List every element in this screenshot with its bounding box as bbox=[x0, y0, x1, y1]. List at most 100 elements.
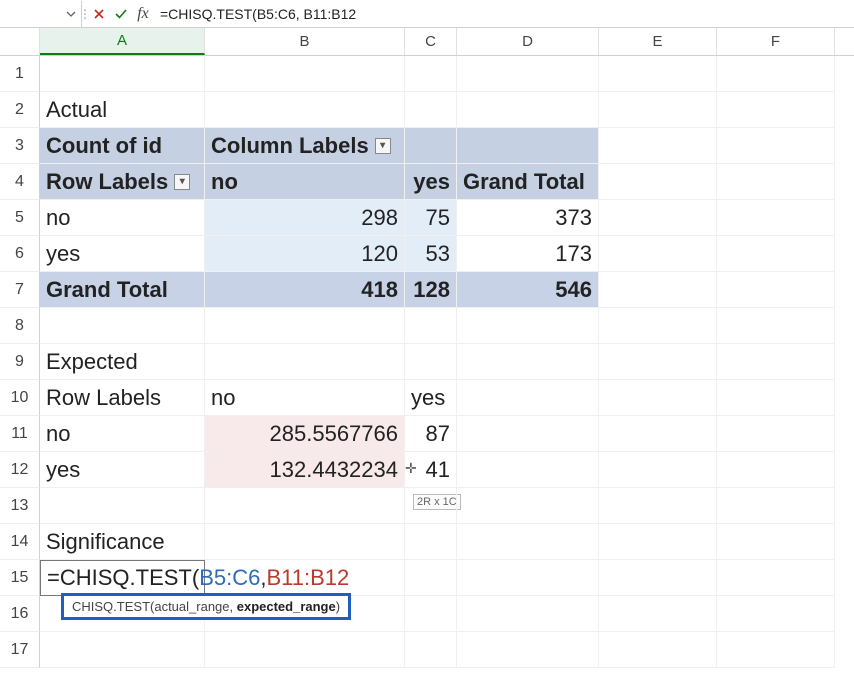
cell[interactable] bbox=[457, 632, 599, 668]
cell[interactable] bbox=[457, 560, 599, 596]
name-box[interactable] bbox=[0, 1, 82, 27]
row-header[interactable]: 6 bbox=[0, 236, 40, 272]
cell[interactable] bbox=[405, 56, 457, 92]
accept-button[interactable] bbox=[110, 1, 132, 27]
row-header[interactable]: 10 bbox=[0, 380, 40, 416]
cell[interactable] bbox=[205, 488, 405, 524]
cell[interactable] bbox=[717, 56, 835, 92]
pivot-grand-total-col[interactable]: Grand Total bbox=[457, 164, 599, 200]
pivot-data[interactable]: 120 bbox=[205, 236, 405, 272]
expected-data[interactable]: 285.5567766 bbox=[205, 416, 405, 452]
cell[interactable] bbox=[717, 272, 835, 308]
cell-expected-label[interactable]: Expected bbox=[40, 344, 205, 380]
cell[interactable] bbox=[717, 488, 835, 524]
cell[interactable] bbox=[405, 560, 457, 596]
pivot-data[interactable]: 53 bbox=[405, 236, 457, 272]
cell[interactable] bbox=[405, 308, 457, 344]
cell[interactable] bbox=[205, 56, 405, 92]
cell[interactable] bbox=[405, 632, 457, 668]
cell[interactable] bbox=[717, 92, 835, 128]
cancel-button[interactable] bbox=[88, 1, 110, 27]
pivot-count-of-id[interactable]: Count of id bbox=[40, 128, 205, 164]
cell[interactable] bbox=[717, 236, 835, 272]
row-header[interactable]: 4 bbox=[0, 164, 40, 200]
cell[interactable] bbox=[599, 488, 717, 524]
row-header[interactable]: 9 bbox=[0, 344, 40, 380]
cell[interactable] bbox=[457, 92, 599, 128]
cell[interactable] bbox=[599, 344, 717, 380]
expected-row-labels[interactable]: Row Labels bbox=[40, 380, 205, 416]
row-header[interactable]: 11 bbox=[0, 416, 40, 452]
row-header[interactable]: 3 bbox=[0, 128, 40, 164]
cell[interactable] bbox=[205, 92, 405, 128]
col-header-d[interactable]: D bbox=[457, 28, 599, 55]
expected-data[interactable]: 87 bbox=[405, 416, 457, 452]
pivot-col-no[interactable]: no bbox=[205, 164, 405, 200]
cell[interactable] bbox=[717, 164, 835, 200]
cell[interactable] bbox=[599, 200, 717, 236]
cell[interactable] bbox=[599, 128, 717, 164]
cell[interactable] bbox=[205, 524, 405, 560]
col-header-e[interactable]: E bbox=[599, 28, 717, 55]
cell[interactable] bbox=[599, 92, 717, 128]
cell[interactable] bbox=[40, 308, 205, 344]
expected-col-yes[interactable]: yes bbox=[405, 380, 457, 416]
pivot-total-yes[interactable]: 128 bbox=[405, 272, 457, 308]
cell[interactable] bbox=[457, 524, 599, 560]
pivot-total-no[interactable]: 418 bbox=[205, 272, 405, 308]
cell[interactable] bbox=[599, 272, 717, 308]
row-header[interactable]: 17 bbox=[0, 632, 40, 668]
cell[interactable] bbox=[457, 488, 599, 524]
row-header[interactable]: 7 bbox=[0, 272, 40, 308]
cell[interactable] bbox=[457, 344, 599, 380]
cell[interactable] bbox=[40, 632, 205, 668]
cell[interactable] bbox=[457, 452, 599, 488]
cell[interactable] bbox=[457, 128, 599, 164]
column-labels-dropdown-icon[interactable]: ▾ bbox=[375, 138, 391, 154]
cell[interactable] bbox=[717, 128, 835, 164]
cell-actual-label[interactable]: Actual bbox=[40, 92, 205, 128]
cell[interactable] bbox=[717, 344, 835, 380]
cell[interactable] bbox=[205, 308, 405, 344]
row-header[interactable]: 8 bbox=[0, 308, 40, 344]
cell[interactable] bbox=[599, 416, 717, 452]
cell[interactable] bbox=[457, 596, 599, 632]
cell[interactable] bbox=[405, 596, 457, 632]
cell[interactable] bbox=[599, 632, 717, 668]
cell[interactable] bbox=[405, 128, 457, 164]
pivot-grand-total-row[interactable]: Grand Total bbox=[40, 272, 205, 308]
pivot-row-labels[interactable]: Row Labels ▾ bbox=[40, 164, 205, 200]
row-labels-dropdown-icon[interactable]: ▾ bbox=[174, 174, 190, 190]
row-header[interactable]: 16 bbox=[0, 596, 40, 632]
col-header-c[interactable]: C bbox=[405, 28, 457, 55]
row-header[interactable]: 14 bbox=[0, 524, 40, 560]
cell[interactable] bbox=[717, 308, 835, 344]
select-all-corner[interactable] bbox=[0, 28, 40, 55]
cell[interactable] bbox=[599, 452, 717, 488]
cell[interactable] bbox=[405, 344, 457, 380]
cell[interactable] bbox=[599, 380, 717, 416]
row-header[interactable]: 5 bbox=[0, 200, 40, 236]
cell[interactable] bbox=[599, 560, 717, 596]
cell[interactable] bbox=[599, 596, 717, 632]
row-header[interactable]: 13 bbox=[0, 488, 40, 524]
col-header-b[interactable]: B bbox=[205, 28, 405, 55]
cell[interactable] bbox=[457, 56, 599, 92]
spreadsheet-grid[interactable]: 2R x 1C ✛ CHISQ.TEST(actual_range, expec… bbox=[0, 56, 854, 668]
cell[interactable] bbox=[717, 200, 835, 236]
pivot-total-total[interactable]: 546 bbox=[457, 272, 599, 308]
cell[interactable] bbox=[599, 164, 717, 200]
name-box-dropdown-icon[interactable] bbox=[65, 8, 77, 20]
row-header[interactable]: 15 bbox=[0, 560, 40, 596]
pivot-row-total[interactable]: 173 bbox=[457, 236, 599, 272]
cell[interactable] bbox=[717, 380, 835, 416]
pivot-column-labels[interactable]: Column Labels ▾ bbox=[205, 128, 405, 164]
formula-cell-editing[interactable]: =CHISQ.TEST(B5:C6, B11:B12 bbox=[40, 560, 205, 596]
cell[interactable] bbox=[599, 236, 717, 272]
pivot-col-yes[interactable]: yes bbox=[405, 164, 457, 200]
cell[interactable] bbox=[205, 560, 405, 596]
expected-data[interactable]: 132.4432234 bbox=[205, 452, 405, 488]
row-header[interactable]: 1 bbox=[0, 56, 40, 92]
pivot-data[interactable]: 298 bbox=[205, 200, 405, 236]
cell[interactable] bbox=[599, 308, 717, 344]
